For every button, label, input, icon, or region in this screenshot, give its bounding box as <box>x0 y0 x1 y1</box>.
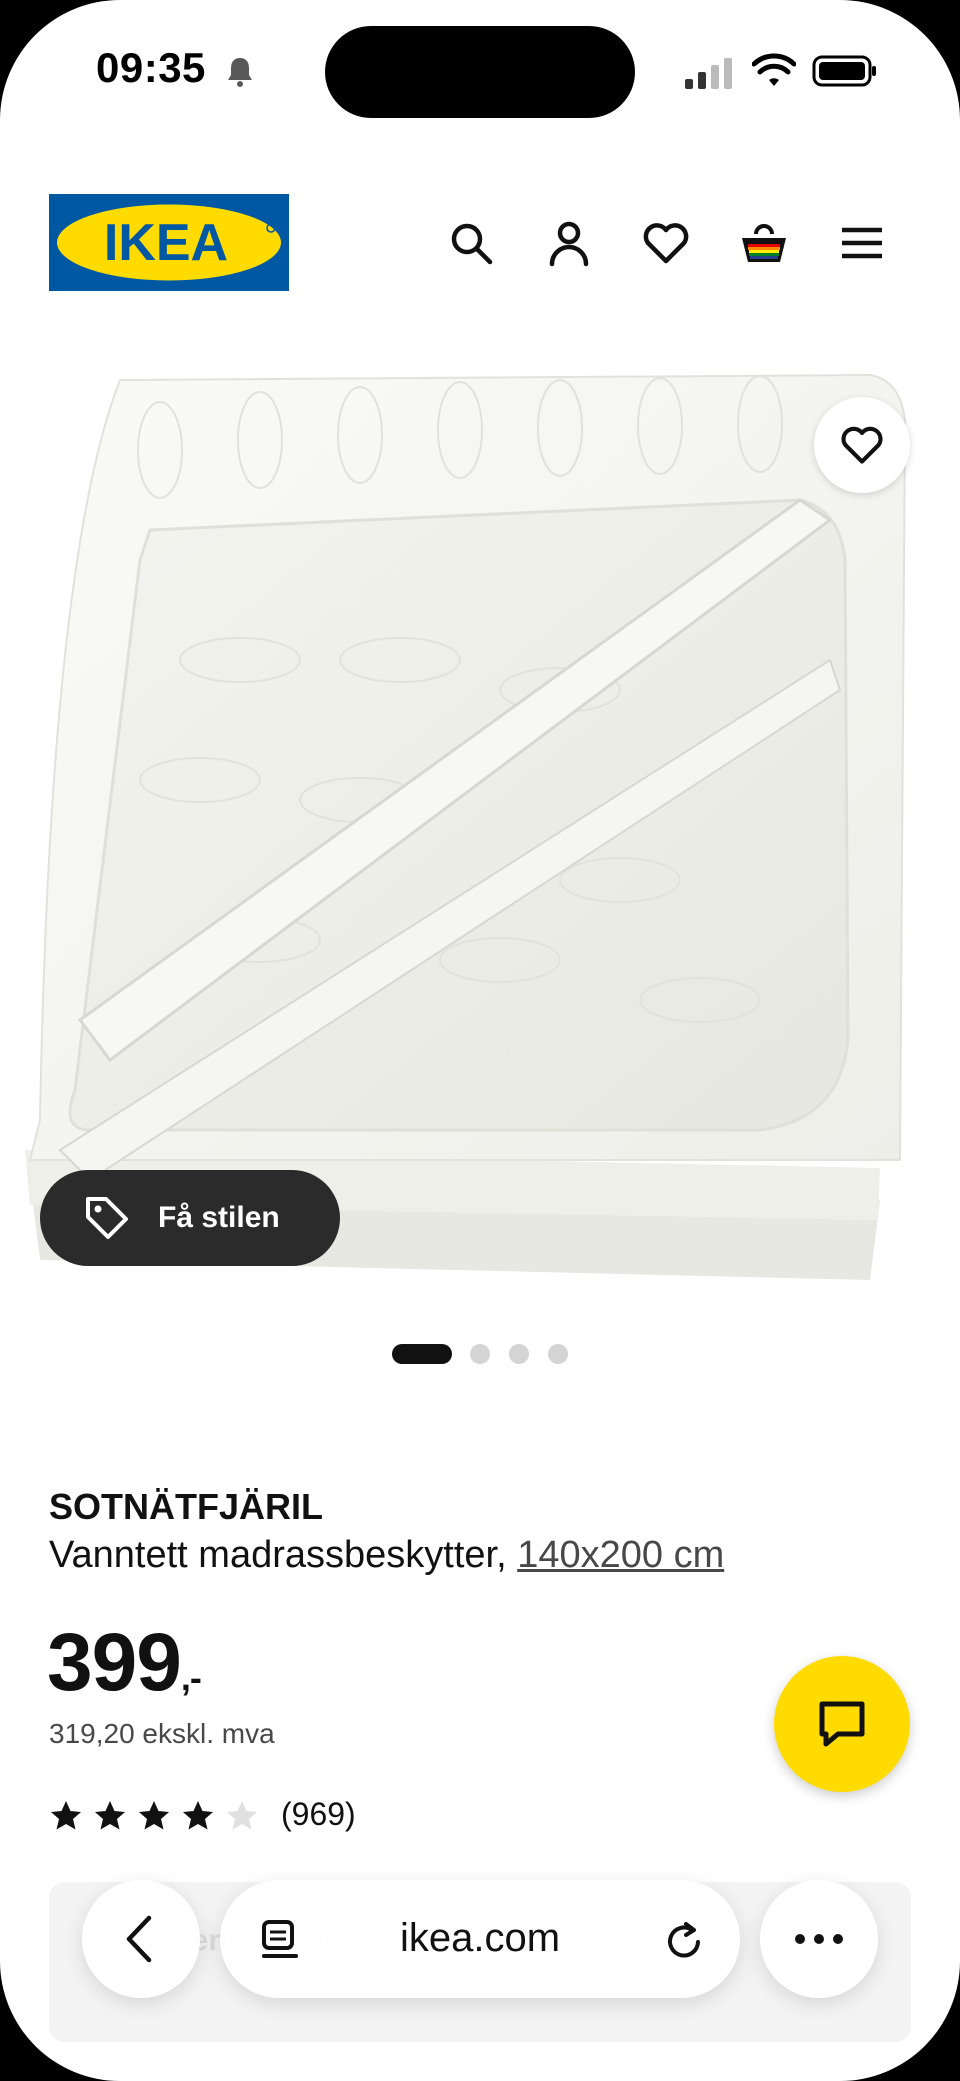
price-excl-vat: 319,20 ekskl. mva <box>49 1718 275 1749</box>
pagination-dot[interactable] <box>509 1344 529 1364</box>
basket-icon[interactable] <box>739 218 789 268</box>
chat-button[interactable] <box>774 1656 910 1792</box>
size-link[interactable]: 140x200 cm <box>517 1534 724 1576</box>
star-empty-icon <box>227 1801 257 1830</box>
account-icon[interactable] <box>544 218 594 268</box>
battery-icon <box>812 55 876 87</box>
ellipsis-icon <box>795 1934 843 1944</box>
product-name: SOTNÄTFJÄRIL <box>49 1486 323 1527</box>
menu-icon[interactable] <box>837 218 887 268</box>
price-value: 399 <box>47 1617 182 1708</box>
star-filled-icon <box>139 1801 169 1830</box>
rating-stars[interactable] <box>49 1798 269 1834</box>
get-the-style-button[interactable]: Få stilen <box>40 1170 340 1266</box>
status-time: 09:35 <box>96 44 206 91</box>
dynamic-island <box>325 26 635 118</box>
add-to-favourites-button[interactable] <box>814 397 910 493</box>
ikea-logo-graphic: IKEA <box>57 204 281 281</box>
phone-screen: 09:35 IKEA Få stilen SOTNÄTFJÄRIL Vannte… <box>0 0 960 2081</box>
product-description: Vanntett madrassbeskytter, 140x200 cm <box>49 1534 724 1577</box>
favourites-icon[interactable] <box>641 218 691 268</box>
star-filled-icon <box>51 1801 81 1830</box>
image-pagination <box>0 1344 960 1366</box>
browser-back-button[interactable] <box>82 1880 200 1998</box>
review-count[interactable]: (969) <box>281 1796 356 1833</box>
product-price: 399,- <box>47 1616 202 1710</box>
star-filled-icon <box>183 1801 213 1830</box>
pagination-dot[interactable] <box>392 1344 452 1364</box>
get-the-style-label: Få stilen <box>158 1201 280 1234</box>
wifi-icon <box>752 53 796 86</box>
tag-icon <box>86 1197 128 1239</box>
silent-bell-icon <box>228 58 252 87</box>
heart-icon <box>841 426 883 464</box>
pagination-dot[interactable] <box>548 1344 568 1364</box>
star-filled-icon <box>95 1801 125 1830</box>
ikea-logo[interactable]: IKEA <box>49 194 289 291</box>
product-type: Vanntett madrassbeskytter, <box>49 1534 507 1576</box>
signal-icon <box>685 58 732 89</box>
svg-text:IKEA: IKEA <box>104 214 228 272</box>
address-bar[interactable]: ikea.com <box>220 1880 740 1998</box>
chevron-left-icon <box>126 1915 152 1963</box>
reload-icon[interactable] <box>662 1918 706 1962</box>
chat-icon <box>819 1701 865 1747</box>
more-options-button[interactable] <box>760 1880 878 1998</box>
search-icon[interactable] <box>446 218 496 268</box>
price-suffix: ,- <box>180 1657 202 1698</box>
product-image[interactable] <box>0 360 960 1290</box>
pagination-dot[interactable] <box>470 1344 490 1364</box>
